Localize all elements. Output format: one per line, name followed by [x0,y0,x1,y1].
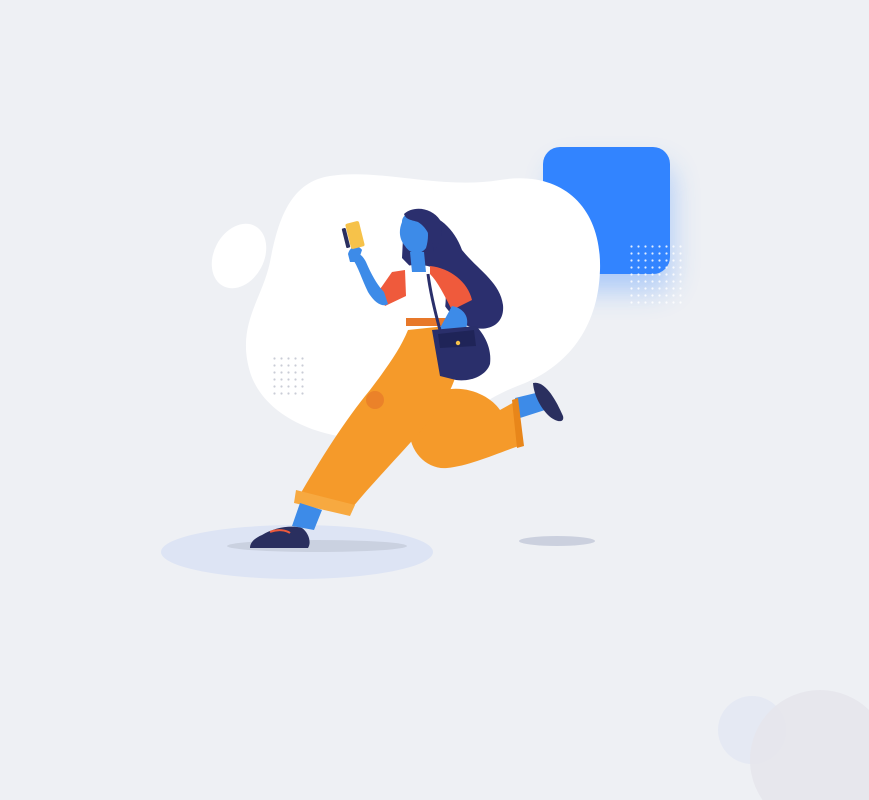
running-woman-illustration [161,147,869,800]
ground-shadows [161,525,595,579]
dot-grid-on-blob [272,355,308,397]
corner-circles [718,690,869,800]
illustration-stage [0,0,869,800]
dot-grid-on-square [626,243,682,305]
floor-shadow-back [519,536,595,546]
